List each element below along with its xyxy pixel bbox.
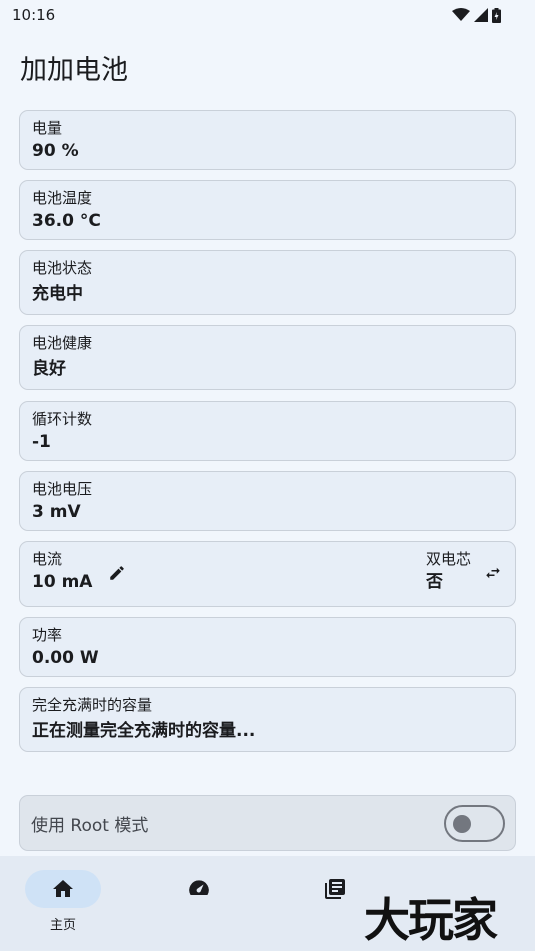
root-mode-row[interactable]: 使用 Root 模式 <box>19 795 516 851</box>
dual-cell-value: 否 <box>425 572 443 592</box>
battery-voltage-value: 3 mV <box>32 502 81 522</box>
battery-temperature-card: 电池温度 36.0 °C <box>19 180 516 240</box>
edit-icon[interactable] <box>108 564 126 582</box>
current-value: 10 mA <box>32 572 93 592</box>
toggle-knob <box>453 814 471 833</box>
status-time: 10:16 <box>12 6 56 24</box>
battery-charging-icon <box>492 7 501 23</box>
nav-item-home[interactable]: 主页 <box>25 870 101 933</box>
history-icon <box>325 879 345 899</box>
nav-label-home: 主页 <box>49 918 76 933</box>
battery-health-card: 电池健康 良好 <box>19 325 516 390</box>
power-card: 功率 0.00 W <box>19 617 516 677</box>
wifi-icon <box>452 8 470 21</box>
battery-level-card: 电量 90 % <box>19 110 516 170</box>
signal-icon <box>474 8 488 22</box>
status-icons <box>452 7 501 23</box>
cycle-count-card: 循环计数 -1 <box>19 401 516 461</box>
battery-voltage-label: 电池电压 <box>32 480 93 498</box>
root-mode-label: 使用 Root 模式 <box>31 815 149 836</box>
swap-icon[interactable] <box>483 564 503 582</box>
battery-health-value: 良好 <box>32 359 66 379</box>
app-title: 加加电池 <box>20 55 128 86</box>
full-capacity-label: 完全充满时的容量 <box>32 696 153 714</box>
nav-pill-speed <box>161 870 237 908</box>
root-mode-toggle[interactable] <box>444 804 505 842</box>
dual-cell-label: 双电芯 <box>425 550 471 568</box>
battery-status-label: 电池状态 <box>32 259 93 277</box>
current-label: 电流 <box>32 550 63 568</box>
battery-voltage-card: 电池电压 3 mV <box>19 471 516 531</box>
nav-item-speed[interactable] <box>161 870 237 908</box>
status-bar: 10:16 <box>0 0 535 30</box>
home-icon <box>53 880 73 897</box>
nav-item-history[interactable] <box>297 870 373 908</box>
speedometer-icon <box>189 880 209 895</box>
nav-pill-history <box>297 870 373 908</box>
full-capacity-card: 完全充满时的容量 正在测量完全充满时的容量... <box>19 687 516 752</box>
dual-cell-section: 双电芯 否 <box>426 548 503 600</box>
battery-temperature-value: 36.0 °C <box>32 211 101 231</box>
battery-level-label: 电量 <box>32 119 63 137</box>
cycle-count-label: 循环计数 <box>32 410 93 428</box>
cycle-count-value: -1 <box>32 432 51 452</box>
current-card: 电流 10 mA 双电芯 否 <box>19 541 516 607</box>
watermark-logo: 大玩家 <box>364 893 498 947</box>
power-value: 0.00 W <box>32 648 99 668</box>
battery-temperature-label: 电池温度 <box>32 189 93 207</box>
power-label: 功率 <box>32 626 63 644</box>
nav-pill-home <box>25 870 101 908</box>
full-capacity-value: 正在测量完全充满时的容量... <box>32 721 256 741</box>
battery-level-value: 90 % <box>32 141 79 161</box>
battery-status-card: 电池状态 充电中 <box>19 250 516 315</box>
current-section: 电流 10 mA <box>32 548 126 600</box>
battery-health-label: 电池健康 <box>32 334 93 352</box>
battery-status-value: 充电中 <box>32 284 83 304</box>
